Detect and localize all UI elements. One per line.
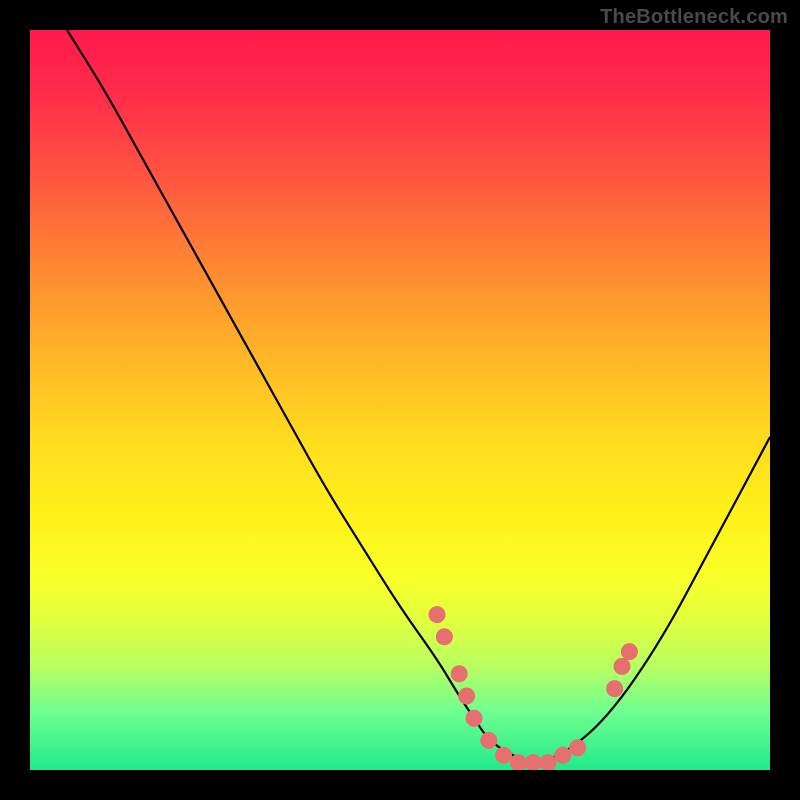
scatter-dot	[436, 629, 452, 645]
scatter-dot	[496, 747, 512, 763]
scatter-dot	[540, 755, 556, 770]
scatter-dot	[510, 755, 526, 770]
scatter-dot	[621, 644, 637, 660]
scatter-dot	[451, 666, 467, 682]
scatter-dot	[459, 688, 475, 704]
watermark-text: TheBottleneck.com	[600, 6, 788, 29]
bottleneck-curve	[67, 30, 770, 761]
scatter-dot	[555, 747, 571, 763]
scatter-dot	[570, 740, 586, 756]
scatter-dot	[481, 732, 497, 748]
scatter-dot	[466, 710, 482, 726]
chart-svg	[30, 30, 770, 770]
scatter-dot	[429, 607, 445, 623]
scatter-dot	[525, 755, 541, 770]
scatter-dot	[607, 681, 623, 697]
scatter-dot	[614, 658, 630, 674]
scatter-dots-group	[429, 607, 637, 770]
